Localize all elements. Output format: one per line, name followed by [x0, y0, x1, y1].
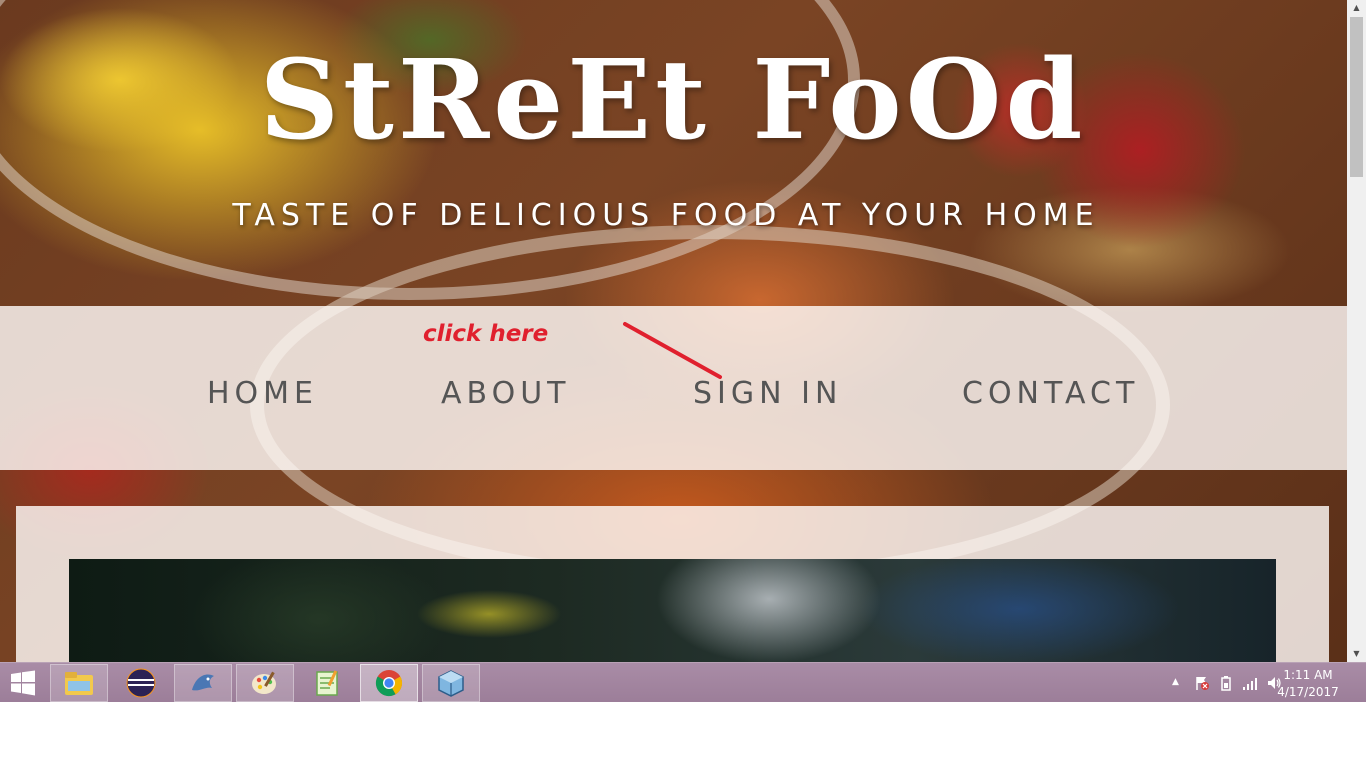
windows-taskbar: ▲ 1:11 AM 4/17/2017	[0, 662, 1366, 702]
scroll-up-arrow-icon[interactable]: ▲	[1347, 0, 1366, 16]
action-center-flag-icon[interactable]	[1194, 675, 1210, 695]
navigation-bar: click here HOME ABOUT SIGN IN CONTACT	[0, 306, 1347, 470]
blank-area-below-taskbar	[0, 702, 1366, 768]
virtualbox-icon	[438, 670, 464, 697]
system-tray: ▲ 1:11 AM 4/17/2017	[1146, 663, 1366, 703]
clock-time[interactable]: 1:11 AM	[1268, 668, 1348, 682]
nav-link-sign-in[interactable]: SIGN IN	[693, 376, 842, 411]
clock-date[interactable]: 4/17/2017	[1268, 685, 1348, 699]
taskbar-file-explorer[interactable]	[50, 664, 108, 702]
taskbar-virtualbox[interactable]	[422, 664, 480, 702]
vertical-scrollbar[interactable]: ▲ ▼	[1347, 0, 1366, 662]
content-panel	[16, 506, 1329, 662]
power-battery-icon[interactable]	[1218, 675, 1234, 695]
site-tagline: TASTE OF DELICIOUS FOOD AT YOUR HOME	[232, 198, 1100, 233]
show-hidden-icons-chevron-up-icon[interactable]: ▲	[1172, 677, 1179, 687]
content-banner-image	[69, 559, 1276, 662]
file-explorer-icon	[65, 672, 93, 695]
taskbar-paint[interactable]	[236, 664, 294, 702]
nav-link-contact[interactable]: CONTACT	[962, 376, 1139, 411]
taskbar-eclipse[interactable]	[112, 664, 170, 702]
paint-icon	[252, 671, 276, 694]
site-title: StReEt FoOd	[259, 35, 1087, 164]
browser-viewport: StReEt FoOd TASTE OF DELICIOUS FOOD AT Y…	[0, 0, 1366, 662]
taskbar-notepad-plus-plus[interactable]	[298, 664, 356, 702]
network-signal-icon[interactable]	[1242, 675, 1258, 695]
taskbar-chrome[interactable]	[360, 664, 418, 702]
notepad-plus-plus-icon	[316, 670, 338, 696]
windows-start-icon[interactable]	[0, 663, 46, 703]
mysql-workbench-icon	[192, 674, 214, 691]
nav-link-about[interactable]: ABOUT	[441, 376, 570, 411]
annotation-click-here: click here	[423, 321, 549, 347]
scroll-down-arrow-icon[interactable]: ▼	[1347, 646, 1366, 662]
eclipse-icon	[126, 668, 156, 698]
scrollbar-thumb[interactable]	[1350, 17, 1363, 177]
nav-link-home[interactable]: HOME	[207, 376, 318, 411]
taskbar-mysql-workbench[interactable]	[174, 664, 232, 702]
chrome-icon	[375, 670, 403, 697]
